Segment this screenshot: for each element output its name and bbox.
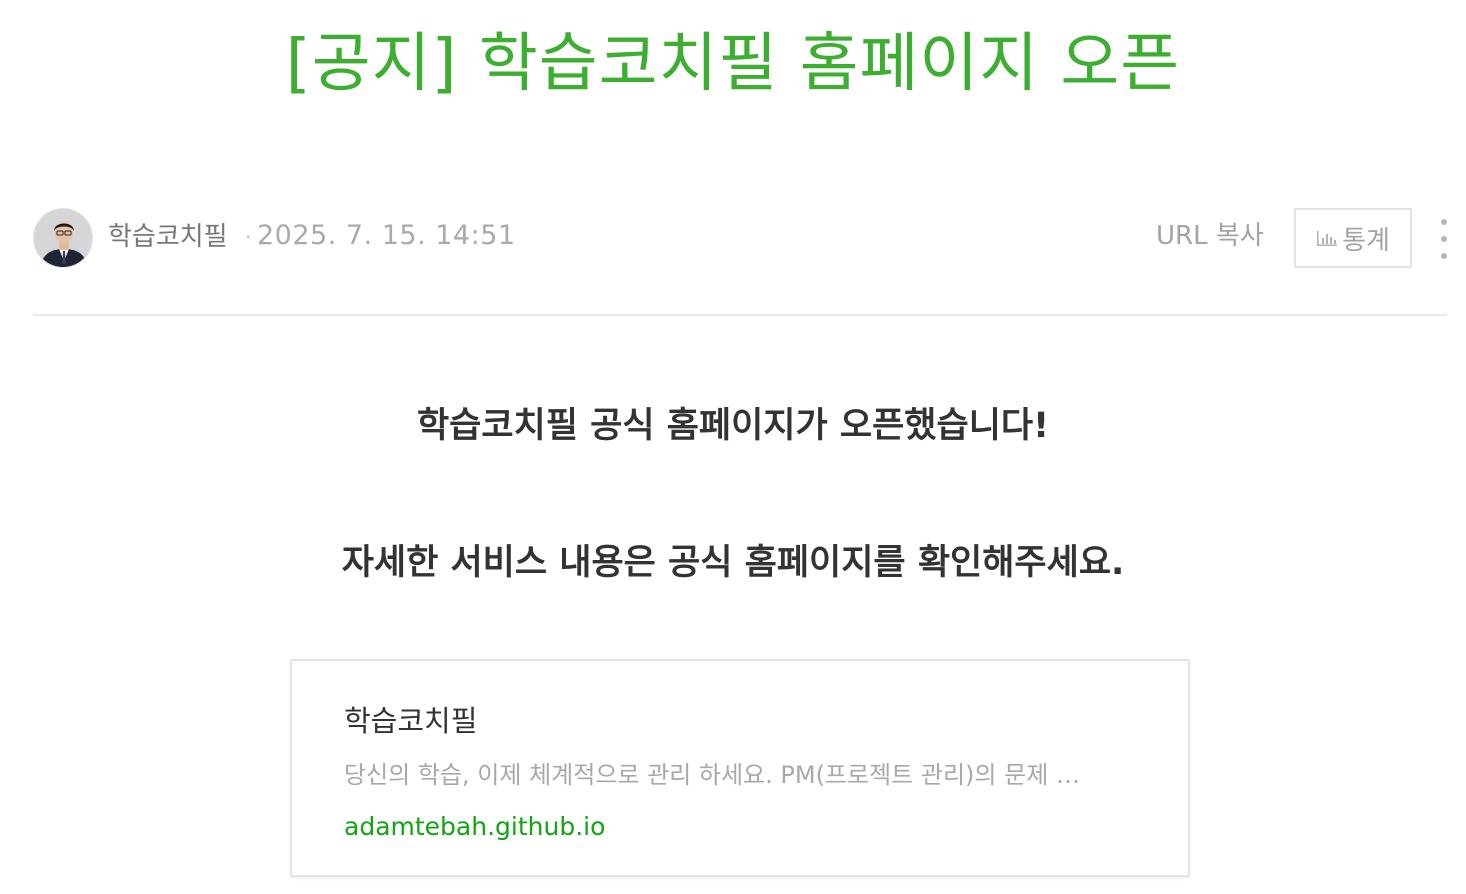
vertical-ellipsis-icon-dot	[1441, 219, 1447, 225]
post-meta-bar: 학습코치필 · 2025. 7. 15. 14:51 URL 복사 통계	[33, 207, 1447, 269]
author-name[interactable]: 학습코치필	[108, 221, 228, 253]
body-paragraph-1: 학습코치필 공식 홈페이지가 오픈했습니다!	[416, 406, 1050, 446]
body-paragraph-2: 자세한 서비스 내용은 공식 홈페이지를 확인해주세요.	[341, 543, 1125, 583]
vertical-ellipsis-icon-dot	[1441, 253, 1447, 259]
link-card-description: 당신의 학습, 이제 체계적으로 관리 하세요. PM(프로젝트 관리)의 문제…	[344, 761, 1080, 789]
link-card-title: 학습코치필	[344, 704, 478, 738]
stats-label: 통계	[1342, 225, 1390, 256]
post-title: [공지] 학습코치필 홈페이지 오픈	[285, 27, 1181, 101]
more-options-button[interactable]	[1431, 219, 1457, 259]
author-avatar[interactable]	[33, 208, 93, 268]
meta-divider	[33, 314, 1447, 316]
bar-chart-icon	[1316, 229, 1338, 247]
meta-separator: ·	[245, 225, 252, 249]
stats-button[interactable]: 통계	[1294, 208, 1412, 268]
link-card-url[interactable]: adamtebah.github.io	[344, 811, 605, 843]
url-copy-button[interactable]: URL 복사	[1156, 220, 1264, 252]
vertical-ellipsis-icon-dot	[1441, 236, 1447, 242]
post-date: 2025. 7. 15. 14:51	[257, 220, 516, 251]
link-preview-card[interactable]: 학습코치필 당신의 학습, 이제 체계적으로 관리 하세요. PM(프로젝트 관…	[290, 659, 1190, 877]
